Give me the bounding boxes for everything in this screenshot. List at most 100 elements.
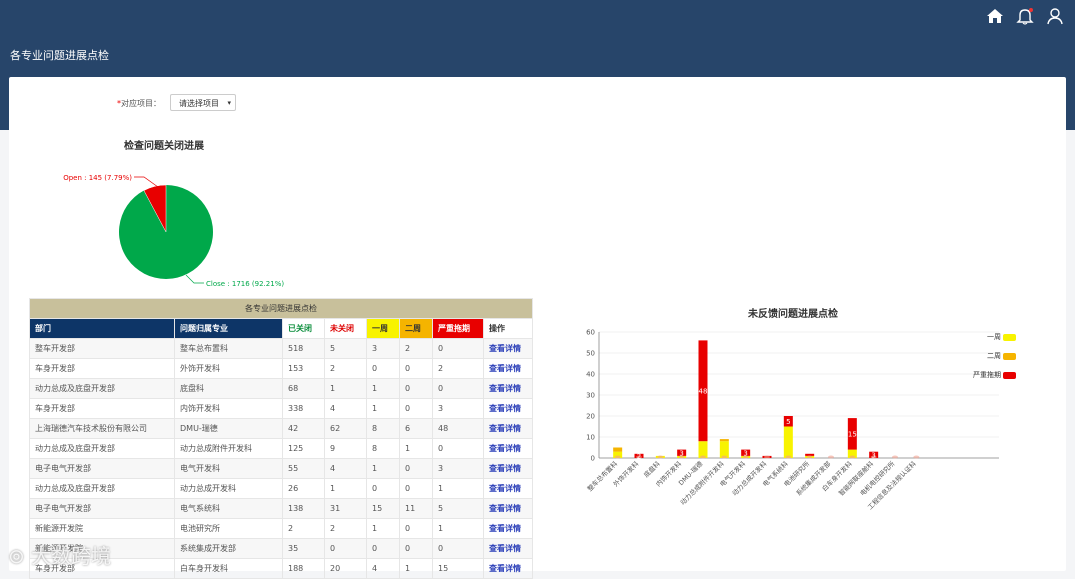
table-row: 整车开发部 整车总布置科 518 5 3 2 0 查看详情 [29, 338, 533, 359]
view-details-link[interactable]: 查看详情 [483, 358, 533, 379]
table-cell: 整车开发部 [29, 338, 175, 359]
col-week1: 一周 [366, 318, 400, 339]
table-cell: 15 [366, 498, 400, 519]
project-filter-label: *对应项目： [117, 99, 161, 108]
table-cell: 2 [282, 518, 325, 539]
table-cell: 0 [366, 358, 400, 379]
home-icon[interactable] [985, 6, 1005, 26]
table-cell: 电子电气开发部 [29, 498, 175, 519]
table-cell: 1 [366, 518, 400, 539]
table-cell: 外饰开发科 [174, 358, 283, 379]
table-cell: 3 [432, 458, 484, 479]
table-row: 动力总成及底盘开发部 动力总成附件开发科 125 9 8 1 0 查看详情 [29, 438, 533, 459]
view-details-link[interactable]: 查看详情 [483, 518, 533, 539]
pie-open-label: Open : 145 (7.79%) [63, 174, 132, 182]
view-details-link[interactable]: 查看详情 [483, 398, 533, 419]
view-details-link[interactable]: 查看详情 [483, 538, 533, 559]
bell-icon[interactable] [1015, 6, 1035, 26]
table-cell: 动力总成及底盘开发部 [29, 478, 175, 499]
project-select[interactable]: 请选择项目 ▾ [170, 94, 236, 111]
table-cell: 1 [432, 518, 484, 539]
table-cell: 188 [282, 558, 325, 579]
table-cell: 电子电气开发部 [29, 458, 175, 479]
bar-data-label: 3 [743, 449, 747, 457]
y-tick-label: 50 [586, 350, 595, 358]
view-details-link[interactable]: 查看详情 [483, 338, 533, 359]
view-details-link[interactable]: 查看详情 [483, 378, 533, 399]
bar-data-label: 3 [679, 449, 683, 457]
table-cell: 5 [432, 498, 484, 519]
table-cell: 8 [366, 438, 400, 459]
table-row: 电子电气开发部 电气开发科 55 4 1 0 3 查看详情 [29, 458, 533, 479]
col-week2: 二周 [399, 318, 433, 339]
table-cell: 1 [324, 378, 367, 399]
pie-chart: Open : 145 (7.79%) Close : 1716 (92.21%) [63, 174, 284, 288]
bar-data-label: 48 [699, 387, 708, 395]
table-cell: 6 [399, 418, 433, 439]
table-cell: 1 [366, 378, 400, 399]
bar-segment [613, 447, 623, 452]
page-title: 各专业问题进展点检 [10, 49, 109, 62]
table-cell: 31 [324, 498, 367, 519]
table-cell: 518 [282, 338, 325, 359]
view-details-link[interactable]: 查看详情 [483, 498, 533, 519]
table-cell: 0 [399, 378, 433, 399]
table-cell: 8 [366, 418, 400, 439]
table-cell: 1 [432, 478, 484, 499]
table-cell: 底盘科 [174, 378, 283, 399]
table-cell: 动力总成及底盘开发部 [29, 438, 175, 459]
table-cell: 0 [399, 398, 433, 419]
user-icon[interactable] [1045, 6, 1065, 26]
x-tick-label: 底盘科 [642, 459, 663, 480]
table-cell: 42 [282, 418, 325, 439]
col-open: 未关闭 [324, 318, 367, 339]
table-cell: 4 [324, 458, 367, 479]
table-cell: 11 [399, 498, 433, 519]
bar-segment [698, 441, 708, 458]
table-cell: 0 [432, 338, 484, 359]
view-details-link[interactable]: 查看详情 [483, 558, 533, 579]
table-cell: 0 [432, 378, 484, 399]
table-row: 车身开发部 内饰开发科 338 4 1 0 3 查看详情 [29, 398, 533, 419]
pie-close-label: Close : 1716 (92.21%) [206, 280, 284, 288]
view-details-link[interactable]: 查看详情 [483, 418, 533, 439]
y-tick-label: 30 [586, 392, 595, 400]
table-cell: 上海瑞德汽车技术股份有限公司 [29, 418, 175, 439]
watermark-logo: ⊚ 大数跨境 [8, 544, 112, 568]
bar-segment [783, 426, 793, 458]
chevron-down-icon: ▾ [227, 99, 231, 107]
table-cell: 0 [399, 478, 433, 499]
table-cell: 0 [399, 518, 433, 539]
table-cell: 0 [324, 538, 367, 559]
table-row: 动力总成及底盘开发部 动力总成开发科 26 1 0 0 1 查看详情 [29, 478, 533, 499]
table-cell: 125 [282, 438, 325, 459]
col-action: 操作 [483, 318, 533, 339]
bar-data-label: 5 [786, 418, 790, 426]
table-cell: 0 [399, 538, 433, 559]
table-cell: 3 [366, 338, 400, 359]
table-cell: 1 [399, 558, 433, 579]
table-cell: 2 [324, 358, 367, 379]
col-closed: 已关闭 [282, 318, 325, 339]
table-cell: 2 [399, 338, 433, 359]
table-cell: 4 [366, 558, 400, 579]
bar-data-label: 15 [848, 430, 857, 438]
x-tick-label: 整车总布置科 [585, 459, 619, 493]
y-tick-label: 60 [586, 329, 595, 337]
table-cell: 48 [432, 418, 484, 439]
table-cell: 电气开发科 [174, 458, 283, 479]
table-cell: 电池研究所 [174, 518, 283, 539]
table-cell: 0 [432, 438, 484, 459]
table-cell: 新能源开发院 [29, 518, 175, 539]
table-cell: 0 [366, 478, 400, 499]
table-cell: 1 [399, 438, 433, 459]
table-cell: 1 [366, 398, 400, 419]
bar-data-label: 2 [637, 452, 641, 460]
table-cell: 整车总布置科 [174, 338, 283, 359]
bar-segment [719, 441, 729, 458]
view-details-link[interactable]: 查看详情 [483, 478, 533, 499]
view-details-link[interactable]: 查看详情 [483, 438, 533, 459]
table-cell: DMU-瑞德 [174, 418, 283, 439]
legend-swatch [1003, 372, 1016, 379]
view-details-link[interactable]: 查看详情 [483, 458, 533, 479]
